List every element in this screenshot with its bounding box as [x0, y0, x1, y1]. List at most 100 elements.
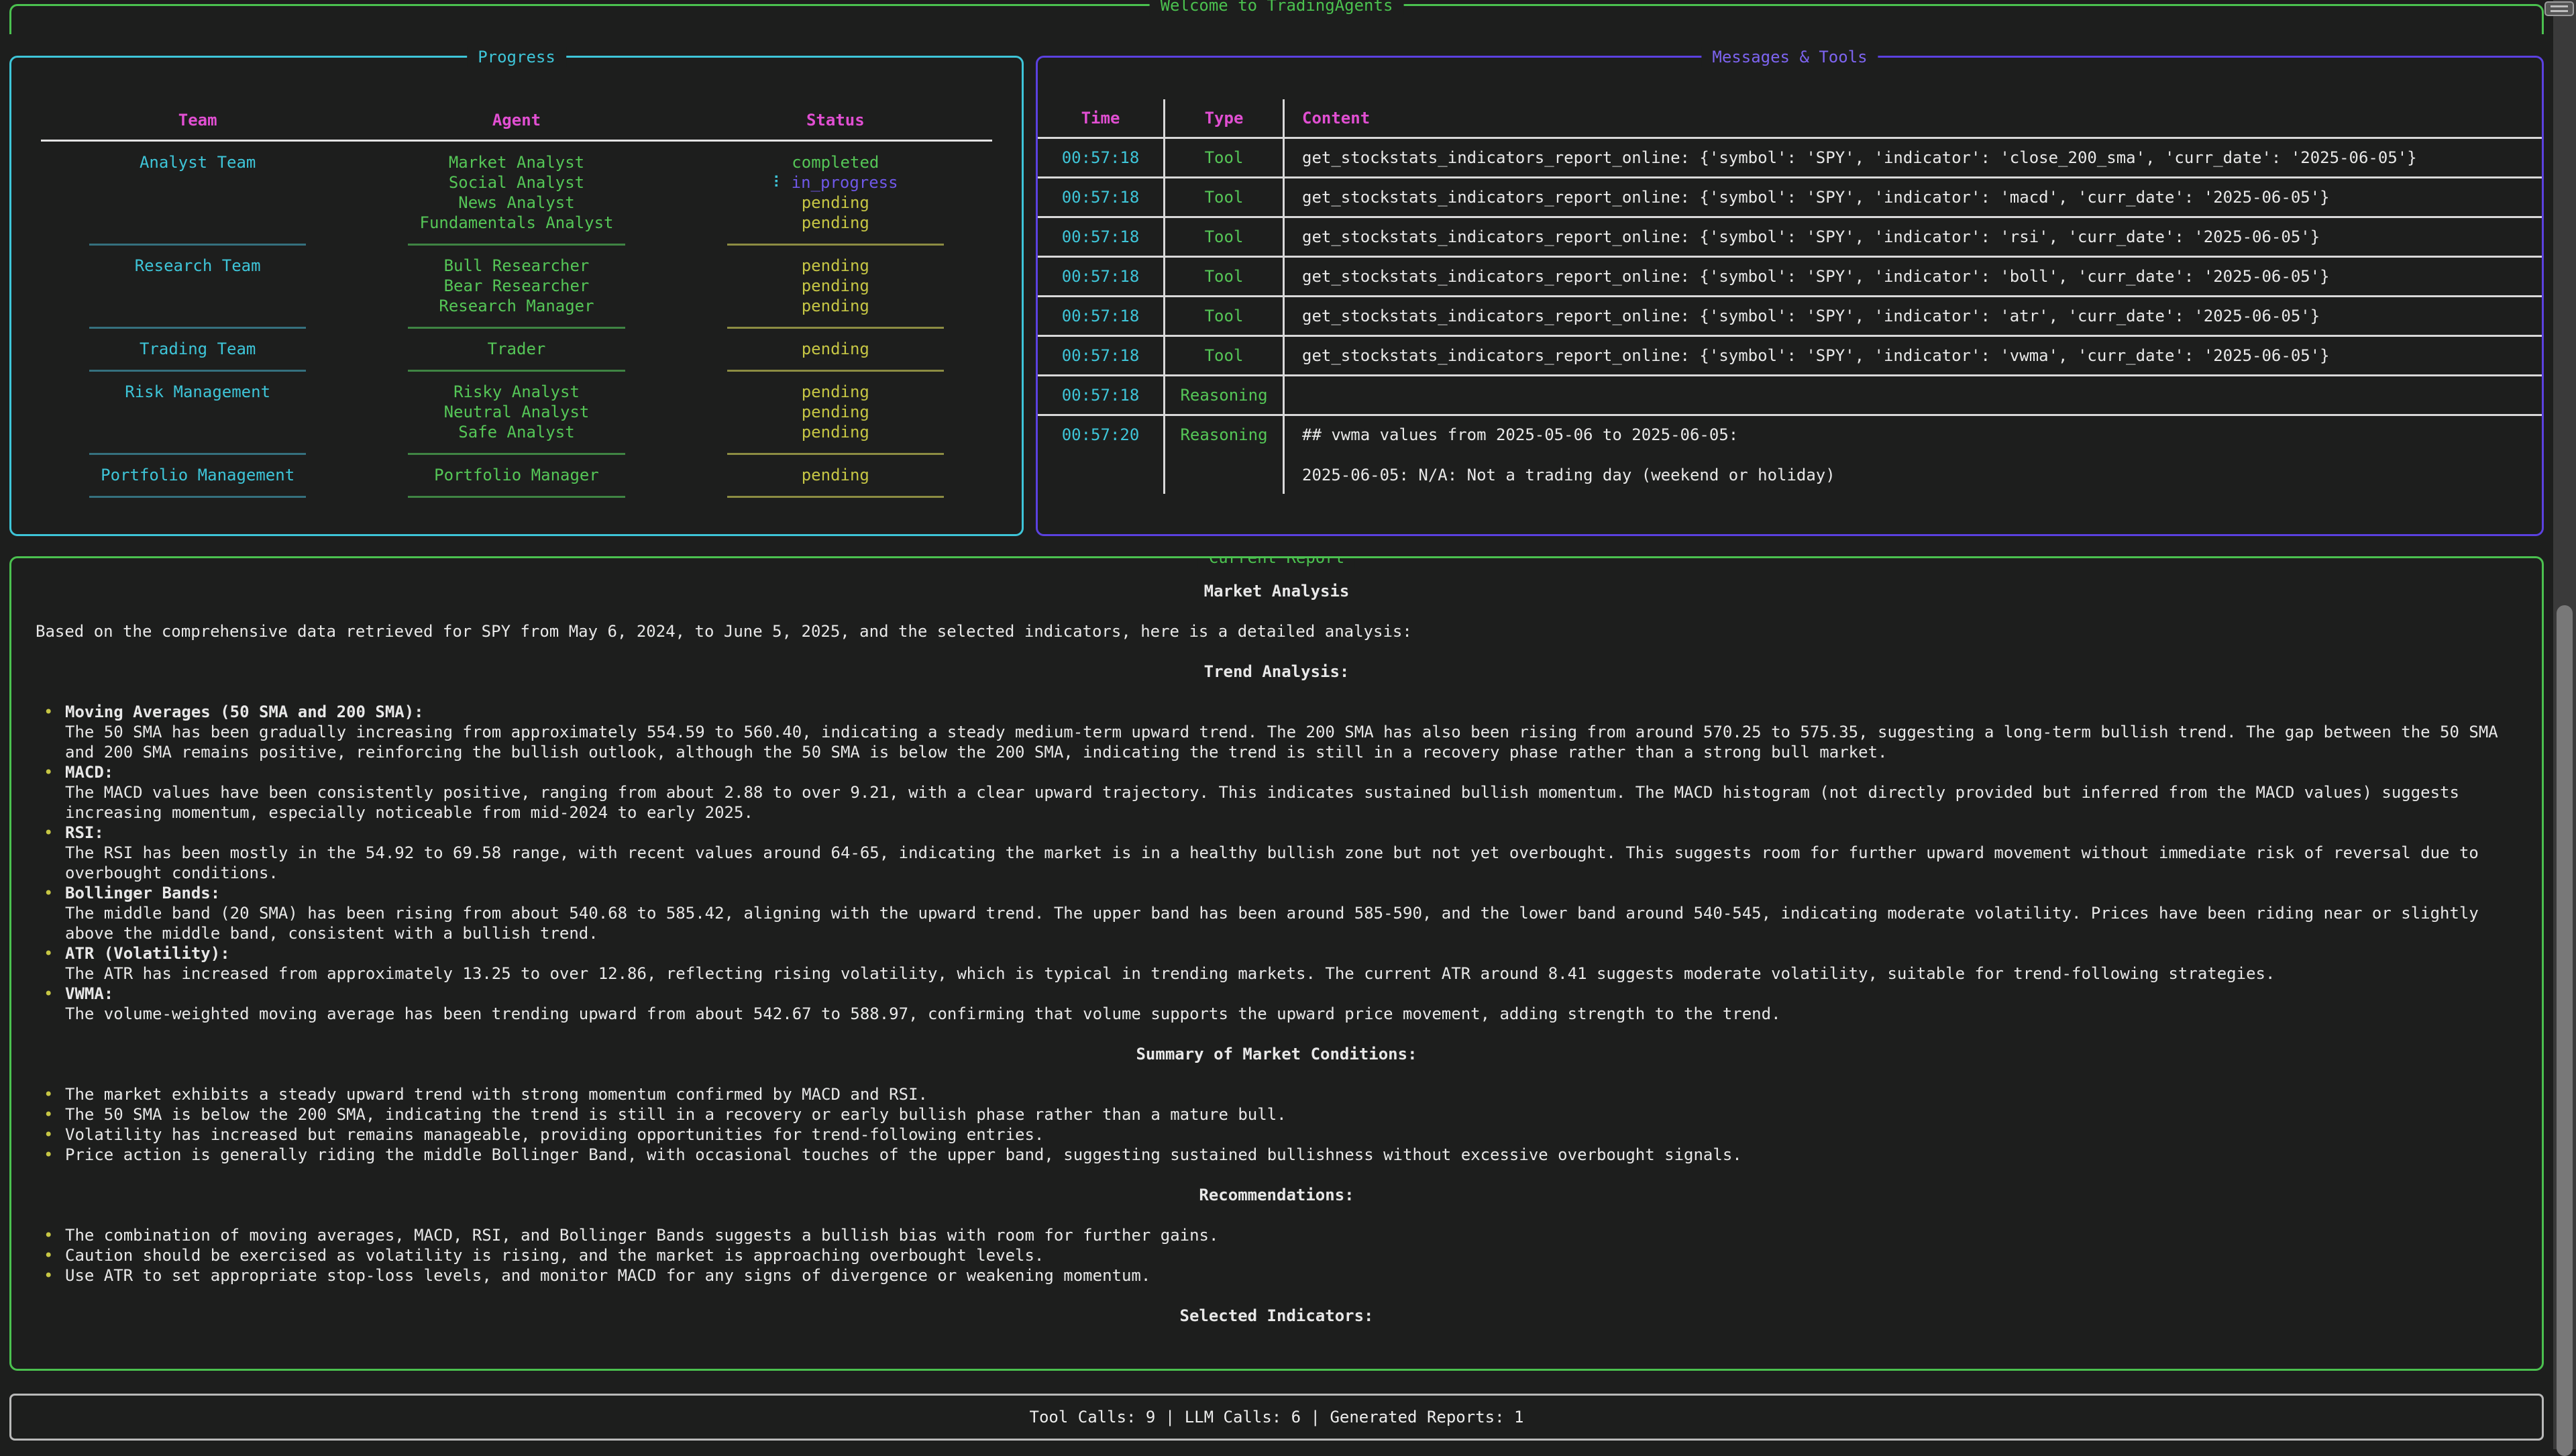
menu-icon[interactable]	[2544, 1, 2574, 16]
messages-table: Time Type Content 00:57:18 Tool get_stoc…	[1038, 99, 2542, 494]
message-content-line: ## vwma values from 2025-05-06 to 2025-0…	[1302, 425, 2536, 445]
column-header-time: Time	[1038, 99, 1165, 137]
messages-panel: Messages & Tools Time Type Content 00:57…	[1036, 56, 2544, 536]
status-value: pending	[676, 276, 995, 296]
message-content: ## vwma values from 2025-05-06 to 2025-0…	[1285, 416, 2542, 494]
message-type: Tool	[1165, 218, 1285, 256]
bullet-marker-icon: •	[36, 1084, 65, 1104]
report-heading: Market Analysis	[36, 581, 2518, 601]
bullet-text: The combination of moving averages, MACD…	[65, 1225, 2518, 1245]
bullet-marker-icon: •	[36, 943, 65, 984]
message-type: Reasoning	[1165, 416, 1285, 494]
bullet-item: •The market exhibits a steady upward tre…	[36, 1084, 2518, 1104]
bullet-text: Use ATR to set appropriate stop-loss lev…	[65, 1265, 2518, 1286]
team-group: Portfolio Management Portfolio Manager p…	[38, 465, 995, 485]
status-value: pending	[676, 422, 995, 442]
messages-table-header: Time Type Content	[1038, 99, 2542, 139]
column-header-status: Status	[676, 110, 995, 130]
bullet-marker-icon: •	[36, 883, 65, 943]
bullet-text: Volatility has increased but remains man…	[65, 1125, 2518, 1145]
message-type: Tool	[1165, 258, 1285, 295]
team-group: Risk Management Risky Analyst Neutral An…	[38, 382, 995, 442]
report-intro: Based on the comprehensive data retrieve…	[36, 621, 2518, 641]
bullet-text: The ATR has increased from approximately…	[65, 964, 2518, 984]
message-row: 00:57:20 Reasoning ## vwma values from 2…	[1038, 416, 2542, 494]
status-value: pending	[676, 465, 995, 485]
bullet-item: •The combination of moving averages, MAC…	[36, 1225, 2518, 1245]
message-type: Reasoning	[1165, 376, 1285, 414]
header-separator	[41, 140, 992, 142]
section-heading: Trend Analysis:	[36, 662, 2518, 682]
agent-name: Fundamentals Analyst	[357, 213, 676, 233]
team-group: Analyst Team Market Analyst Social Analy…	[38, 152, 995, 233]
message-content	[1285, 376, 2542, 414]
message-type: Tool	[1165, 139, 1285, 176]
message-time: 00:57:20	[1038, 416, 1165, 494]
bullet-marker-icon: •	[36, 1245, 65, 1265]
message-content: get_stockstats_indicators_report_online:…	[1285, 337, 2542, 374]
section-heading: Recommendations:	[36, 1185, 2518, 1205]
bullet-item: •Volatility has increased but remains ma…	[36, 1125, 2518, 1145]
column-header-type: Type	[1165, 99, 1285, 137]
progress-table: Team Agent Status Analyst Team Market An…	[11, 58, 1022, 508]
agent-name: Bull Researcher	[357, 256, 676, 276]
team-group: Research Team Bull Researcher Bear Resea…	[38, 256, 995, 316]
message-row: 00:57:18 Tool get_stockstats_indicators_…	[1038, 337, 2542, 376]
message-content: get_stockstats_indicators_report_online:…	[1285, 258, 2542, 295]
bullet-text: The middle band (20 SMA) has been rising…	[65, 903, 2518, 943]
section-heading: Summary of Market Conditions:	[36, 1044, 2518, 1064]
bullet-text: The MACD values have been consistently p…	[65, 782, 2518, 823]
terminal-content: Welcome to TradingAgents Progress Team A…	[9, 4, 2544, 1441]
status-value: pending	[676, 193, 995, 213]
group-separator	[38, 316, 995, 339]
welcome-panel: Welcome to TradingAgents	[9, 4, 2544, 34]
message-time: 00:57:18	[1038, 297, 1165, 335]
progress-panel-title: Progress	[467, 47, 566, 67]
team-group: Trading Team Trader pending	[38, 339, 995, 359]
bullet-item: •Price action is generally riding the mi…	[36, 1145, 2518, 1165]
bullet-label: RSI:	[65, 823, 2518, 843]
spinner-icon: ⠇	[773, 173, 785, 192]
group-separator	[38, 442, 995, 465]
column-header-content: Content	[1285, 99, 2542, 137]
bullet-item: • Moving Averages (50 SMA and 200 SMA):T…	[36, 702, 2518, 762]
status-value: pending	[676, 382, 995, 402]
scrollbar-thumb[interactable]	[2557, 605, 2573, 1456]
message-row: 00:57:18 Tool get_stockstats_indicators_…	[1038, 139, 2542, 178]
message-time: 00:57:18	[1038, 139, 1165, 176]
bullet-list: • Moving Averages (50 SMA and 200 SMA): T…	[36, 702, 2518, 1024]
message-content: get_stockstats_indicators_report_online:…	[1285, 178, 2542, 216]
team-name: Portfolio Management	[38, 465, 357, 485]
team-name: Trading Team	[38, 339, 357, 359]
bullet-marker-icon: •	[36, 1145, 65, 1165]
bullet-text: The RSI has been mostly in the 54.92 to …	[65, 843, 2518, 883]
bullet-marker-icon: •	[36, 823, 65, 883]
bullet-marker-icon: •	[36, 1104, 65, 1125]
message-type: Tool	[1165, 337, 1285, 374]
status-value: pending	[676, 256, 995, 276]
team-name: Research Team	[38, 256, 357, 276]
message-row: 00:57:18 Tool get_stockstats_indicators_…	[1038, 297, 2542, 337]
bullet-label: MACD:	[65, 762, 2518, 782]
bullet-item: • Bollinger Bands:The middle band (20 SM…	[36, 883, 2518, 943]
status-value: pending	[676, 213, 995, 233]
group-separator	[38, 359, 995, 382]
status-value: pending	[676, 296, 995, 316]
agent-name: Research Manager	[357, 296, 676, 316]
status-value: ⠇in_progress	[676, 172, 995, 193]
team-name: Analyst Team	[38, 152, 357, 172]
message-row: 00:57:18 Reasoning	[1038, 376, 2542, 416]
section-heading: Selected Indicators:	[36, 1306, 2518, 1326]
bullet-marker-icon: •	[36, 702, 65, 762]
team-name: Risk Management	[38, 382, 357, 402]
group-separator	[38, 485, 995, 508]
bullet-label: Moving Averages (50 SMA and 200 SMA):	[65, 702, 2518, 722]
scrollbar[interactable]	[2553, 0, 2576, 1449]
message-content: get_stockstats_indicators_report_online:…	[1285, 139, 2542, 176]
agent-name: Market Analyst	[357, 152, 676, 172]
report-panel-title: Current Report	[1198, 556, 1355, 568]
message-row: 00:57:18 Tool get_stockstats_indicators_…	[1038, 178, 2542, 218]
bullet-list: •The combination of moving averages, MAC…	[36, 1225, 2518, 1286]
agent-name: Portfolio Manager	[357, 465, 676, 485]
messages-panel-title: Messages & Tools	[1701, 47, 1878, 67]
